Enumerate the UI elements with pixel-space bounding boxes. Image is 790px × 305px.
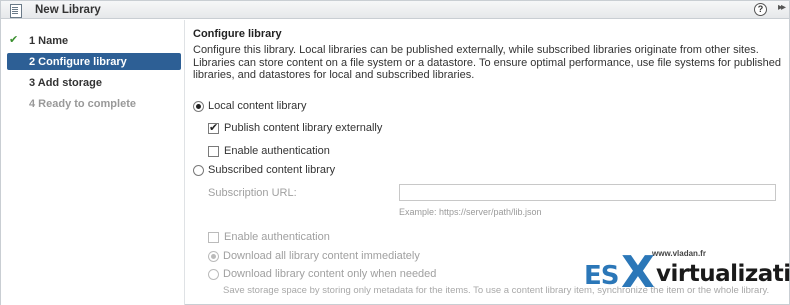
- page-description: Configure this library. Local libraries …: [193, 44, 781, 81]
- wizard-steps: ✔ 1 Name 2 Configure library 3 Add stora…: [1, 20, 185, 305]
- enable-authentication-label: Enable authentication: [224, 145, 330, 157]
- subscribed-library-label: Subscribed content library: [208, 164, 336, 176]
- sub-enable-authentication-label: Enable authentication: [224, 231, 330, 243]
- expand-icon[interactable]: ▸▸: [778, 2, 786, 13]
- sub-enable-authentication-checkbox[interactable]: [208, 232, 219, 243]
- local-library-label: Local content library: [208, 100, 307, 112]
- step-label: 3 Add storage: [29, 76, 102, 89]
- publish-externally-label: Publish content library externally: [224, 122, 383, 134]
- page-title: Configure library: [193, 28, 282, 40]
- subscription-url-input[interactable]: [399, 184, 776, 201]
- library-icon: [9, 3, 22, 18]
- download-when-needed-label: Download library content only when neede…: [223, 268, 437, 280]
- example-url-text: Example: https://server/path/lib.json: [399, 207, 542, 217]
- publish-externally-checkbox[interactable]: [208, 121, 219, 134]
- step-label: 2 Configure library: [29, 55, 127, 68]
- main-panel: Configure library Configure this library…: [193, 28, 783, 82]
- step-configure-library[interactable]: 2 Configure library: [7, 53, 181, 70]
- local-library-radio[interactable]: [193, 101, 204, 112]
- download-all-radio[interactable]: [208, 251, 219, 262]
- logo-x-text: X: [621, 247, 655, 298]
- subscribed-library-radio[interactable]: [193, 165, 204, 176]
- logo-site-text: www.vladan.fr: [652, 249, 706, 258]
- subscription-url-label: Subscription URL:: [208, 187, 297, 199]
- step-name[interactable]: ✔ 1 Name: [7, 32, 181, 49]
- check-icon: ✔: [9, 34, 19, 46]
- download-all-label: Download all library content immediately: [223, 250, 420, 262]
- logo-virtualization-text: virtualization: [656, 261, 790, 287]
- help-icon[interactable]: ?: [754, 3, 767, 16]
- title-bar: New Library ? ▸▸: [1, 1, 789, 19]
- step-ready-to-complete: 4 Ready to complete: [7, 95, 181, 112]
- step-label: 1 Name: [29, 34, 69, 47]
- logo-es-text: ES: [584, 261, 619, 291]
- esx-virtualization-logo: www.vladan.fr ES X virtualization: [584, 247, 790, 299]
- new-library-dialog: New Library ? ▸▸ ✔ 1 Name 2 Configure li…: [0, 0, 790, 305]
- dialog-title: New Library: [35, 3, 101, 16]
- download-when-needed-radio[interactable]: [208, 269, 219, 280]
- enable-authentication-checkbox[interactable]: [208, 146, 219, 157]
- step-add-storage[interactable]: 3 Add storage: [7, 74, 181, 91]
- step-label: 4 Ready to complete: [29, 97, 136, 110]
